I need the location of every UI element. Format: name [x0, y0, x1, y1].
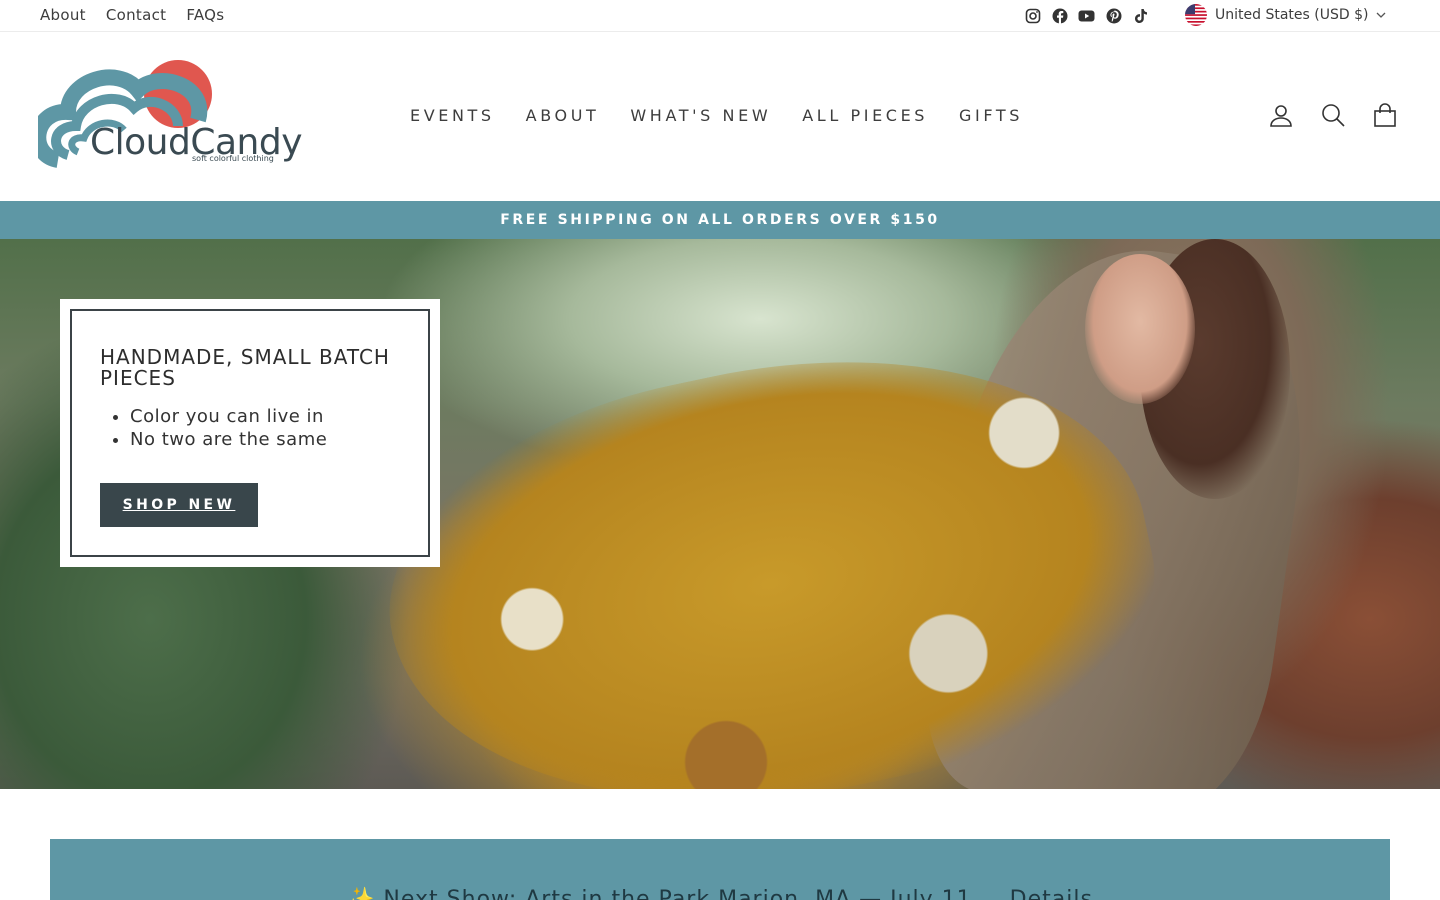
hero-bullet: No two are the same	[130, 428, 400, 451]
facebook-icon[interactable]	[1051, 7, 1068, 24]
announcement-bar: FREE SHIPPING ON ALL ORDERS OVER $150	[0, 201, 1440, 239]
hero-card: HANDMADE, SMALL BATCH PIECES Color you c…	[60, 299, 440, 567]
hero-image-face	[1085, 254, 1195, 404]
currency-selector[interactable]: United States (USD $)	[1185, 4, 1386, 26]
us-flag-icon	[1185, 4, 1207, 26]
nav-gifts[interactable]: GIFTS	[959, 106, 1023, 125]
header-icons	[1268, 102, 1398, 128]
currency-label: United States (USD $)	[1215, 7, 1369, 23]
cart-icon[interactable]	[1372, 102, 1398, 128]
event-banner: ✨ Next Show: Arts in the Park Marion, MA…	[50, 839, 1390, 900]
nav-about[interactable]: ABOUT	[526, 106, 600, 125]
site-header: CloudCandy soft colorful clothing EVENTS…	[0, 32, 1440, 201]
main-nav: EVENTS ABOUT WHAT'S NEW ALL PIECES GIFTS	[410, 106, 1023, 125]
utility-link-faqs[interactable]: FAQs	[186, 6, 224, 24]
social-links	[1024, 7, 1149, 24]
shop-new-button[interactable]: SHOP NEW	[100, 483, 258, 527]
nav-events[interactable]: EVENTS	[410, 106, 495, 125]
utility-link-about[interactable]: About	[40, 6, 86, 24]
event-text: ✨ Next Show: Arts in the Park Marion, MA…	[347, 887, 972, 900]
nav-whats-new[interactable]: WHAT'S NEW	[630, 106, 771, 125]
logo[interactable]: CloudCandy soft colorful clothing	[30, 60, 303, 172]
nav-all-pieces[interactable]: ALL PIECES	[802, 106, 928, 125]
pinterest-icon[interactable]	[1105, 7, 1122, 24]
hero-card-inner: HANDMADE, SMALL BATCH PIECES Color you c…	[70, 309, 430, 557]
utility-bar: About Contact FAQs United States (USD $)	[0, 0, 1440, 32]
chevron-down-icon	[1376, 7, 1386, 23]
announcement-text: FREE SHIPPING ON ALL ORDERS OVER $150	[500, 212, 940, 228]
youtube-icon[interactable]	[1078, 7, 1095, 24]
logo-tagline: soft colorful clothing	[192, 154, 274, 163]
hero-title: HANDMADE, SMALL BATCH PIECES	[100, 345, 390, 390]
account-icon[interactable]	[1268, 102, 1294, 128]
hero-bullets: Color you can live in No two are the sam…	[100, 405, 400, 451]
search-icon[interactable]	[1320, 102, 1346, 128]
hero-banner: HANDMADE, SMALL BATCH PIECES Color you c…	[0, 239, 1440, 789]
event-details-link[interactable]: Details	[1010, 887, 1093, 900]
utility-link-contact[interactable]: Contact	[106, 6, 166, 24]
hero-bullet: Color you can live in	[130, 405, 400, 428]
tiktok-icon[interactable]	[1132, 7, 1149, 24]
instagram-icon[interactable]	[1024, 7, 1041, 24]
utility-links: About Contact FAQs	[40, 6, 224, 24]
